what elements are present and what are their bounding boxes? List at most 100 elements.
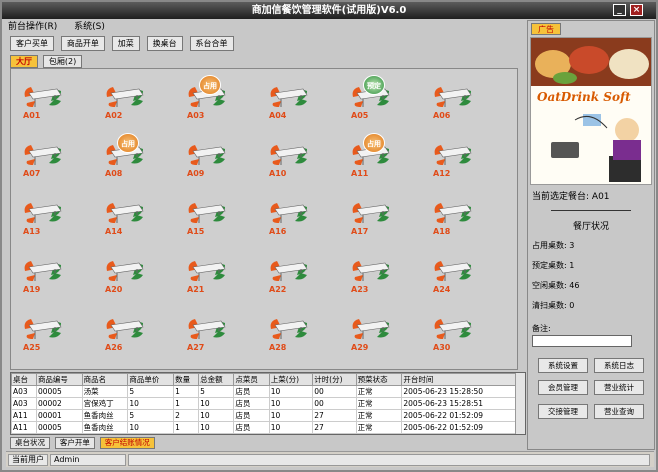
table-label: A10 [269,169,287,178]
grid-header[interactable]: 开台时间 [401,373,517,386]
dining-table[interactable]: A01 [17,73,77,123]
tab-customer-checkout[interactable]: 客户结账情况 [99,437,155,449]
dining-table[interactable]: A22 [263,247,323,297]
dining-table[interactable]: A12 [427,131,487,181]
remark-input[interactable] [532,335,632,347]
tab-table-status[interactable]: 桌台状况 [10,437,50,449]
close-button[interactable]: × [630,4,643,16]
tab-hall[interactable]: 大厅 [10,55,38,68]
menu-system[interactable]: 系统(S) [74,22,105,32]
grid-cell: 2005-06-23 15:28:50 [401,385,517,398]
grid-cell: 10 [127,397,175,410]
table-label: A15 [187,227,205,236]
dining-table[interactable]: A04 [263,73,323,123]
checkout-button[interactable]: 客户买单 [10,36,54,51]
dining-table[interactable]: A14 [99,189,159,239]
grid-cell: 正常 [355,385,403,398]
grid-cell: 5 [198,385,235,398]
dining-table[interactable]: A15 [181,189,241,239]
dining-table[interactable]: A10 [263,131,323,181]
grid-scrollbar[interactable] [515,373,525,434]
dining-table[interactable]: A09 [181,131,241,181]
table-label: A25 [23,343,41,352]
dining-table[interactable]: A11 占用 [345,131,405,181]
remark-label: 备注: [532,324,551,333]
grid-cell: 00 [312,385,357,398]
open-order-button[interactable]: 商品开单 [60,36,105,51]
dining-table[interactable]: A07 [17,131,77,181]
grid-header[interactable]: 桌台 [11,373,37,386]
table-label: A24 [433,285,451,294]
add-dish-button[interactable]: 加菜 [111,36,140,51]
dining-table[interactable]: A23 [345,247,405,297]
dining-table[interactable]: A25 [17,305,77,355]
grid-header[interactable]: 数量 [173,373,200,386]
grid-cell: 10 [198,397,235,410]
minimize-button[interactable]: _ [613,4,626,16]
tab-private-rooms[interactable]: 包厢(2) [42,55,83,68]
table-row[interactable]: A03 00002 宫保鸡丁 10 1 10 店员 10 00 正常 2005-06-23 15:2… [11,397,517,410]
grid-header[interactable]: 商品单价 [127,373,175,386]
table-label: A30 [433,343,451,352]
dining-table[interactable]: A30 [427,305,487,355]
grid-cell: 正常 [355,397,403,410]
dining-table[interactable]: A29 [345,305,405,355]
dining-table-icon [434,87,472,107]
handover-button[interactable]: 交接管理 [538,404,588,419]
dining-table-icon [434,319,472,339]
grid-header[interactable]: 点菜员 [233,373,270,386]
business-query-button[interactable]: 营业查询 [594,404,644,419]
table-label: A17 [351,227,369,236]
grid-cell: 店员 [233,421,270,434]
system-settings-button[interactable]: 系统设置 [538,358,588,373]
dining-table[interactable]: A24 [427,247,487,297]
dining-table[interactable]: A06 [427,73,487,123]
dining-table-icon [270,145,308,165]
dining-table[interactable]: A16 [263,189,323,239]
merge-table-button[interactable]: 系台合单 [189,36,234,51]
grid-cell: 00001 [35,409,83,422]
grid-cell: 2005-06-23 15:28:51 [401,397,517,410]
grid-header[interactable]: 商品名 [81,373,129,386]
table-label: A11 [351,169,369,178]
business-stats-button[interactable]: 营业统计 [594,380,644,395]
tab-customer-order[interactable]: 客户开单 [54,437,95,449]
dining-table[interactable]: A05 预定 [345,73,405,123]
dining-table-icon [270,319,308,339]
grid-header[interactable]: 计时(分) [312,373,357,386]
dining-table[interactable]: A20 [99,247,159,297]
table-row[interactable]: A03 00005 汤菜 5 1 5 店员 10 00 正常 2005-06-23 15:28:50 [11,385,517,398]
system-log-button[interactable]: 系统日志 [594,358,644,373]
tab-ad[interactable]: 广告 [531,23,561,35]
dining-table[interactable]: A21 [181,247,241,297]
grid-cell: 10 [268,409,314,422]
grid-header[interactable]: 商品编号 [35,373,83,386]
member-manage-button[interactable]: 会员管理 [538,380,588,395]
menu-front-desk[interactable]: 前台操作(R) [8,22,57,32]
table-row[interactable]: A11 00005 鱼香肉丝 10 1 10 店员 10 27 正常 2005-06-22 01:5… [11,421,517,434]
table-label: A20 [105,285,123,294]
dining-table[interactable]: A03 占用 [181,73,241,123]
dining-table[interactable]: A18 [427,189,487,239]
table-label: A22 [269,285,287,294]
dining-table[interactable]: A28 [263,305,323,355]
dining-table[interactable]: A17 [345,189,405,239]
grid-cell: 店员 [233,409,270,422]
table-label: A08 [105,169,123,178]
grid-header[interactable]: 总金额 [198,373,235,386]
dining-table[interactable]: A13 [17,189,77,239]
grid-header[interactable]: 预菜状态 [355,373,403,386]
table-status-badge: 占用 [117,133,139,153]
dining-table[interactable]: A19 [17,247,77,297]
dining-table-icon [188,261,226,281]
change-table-button[interactable]: 换桌台 [146,36,183,51]
dining-table[interactable]: A02 [99,73,159,123]
table-row[interactable]: A11 00001 鱼香肉丝 5 2 10 店员 10 27 正常 2005-06-22 01:52… [11,409,517,422]
grid-header[interactable]: 上菜(分) [268,373,314,386]
dining-table[interactable]: A26 [99,305,159,355]
dining-table-icon [270,203,308,223]
dining-table[interactable]: A08 占用 [99,131,159,181]
grid-cell: 27 [312,421,357,434]
grid-cell: 1 [173,421,200,434]
dining-table[interactable]: A27 [181,305,241,355]
